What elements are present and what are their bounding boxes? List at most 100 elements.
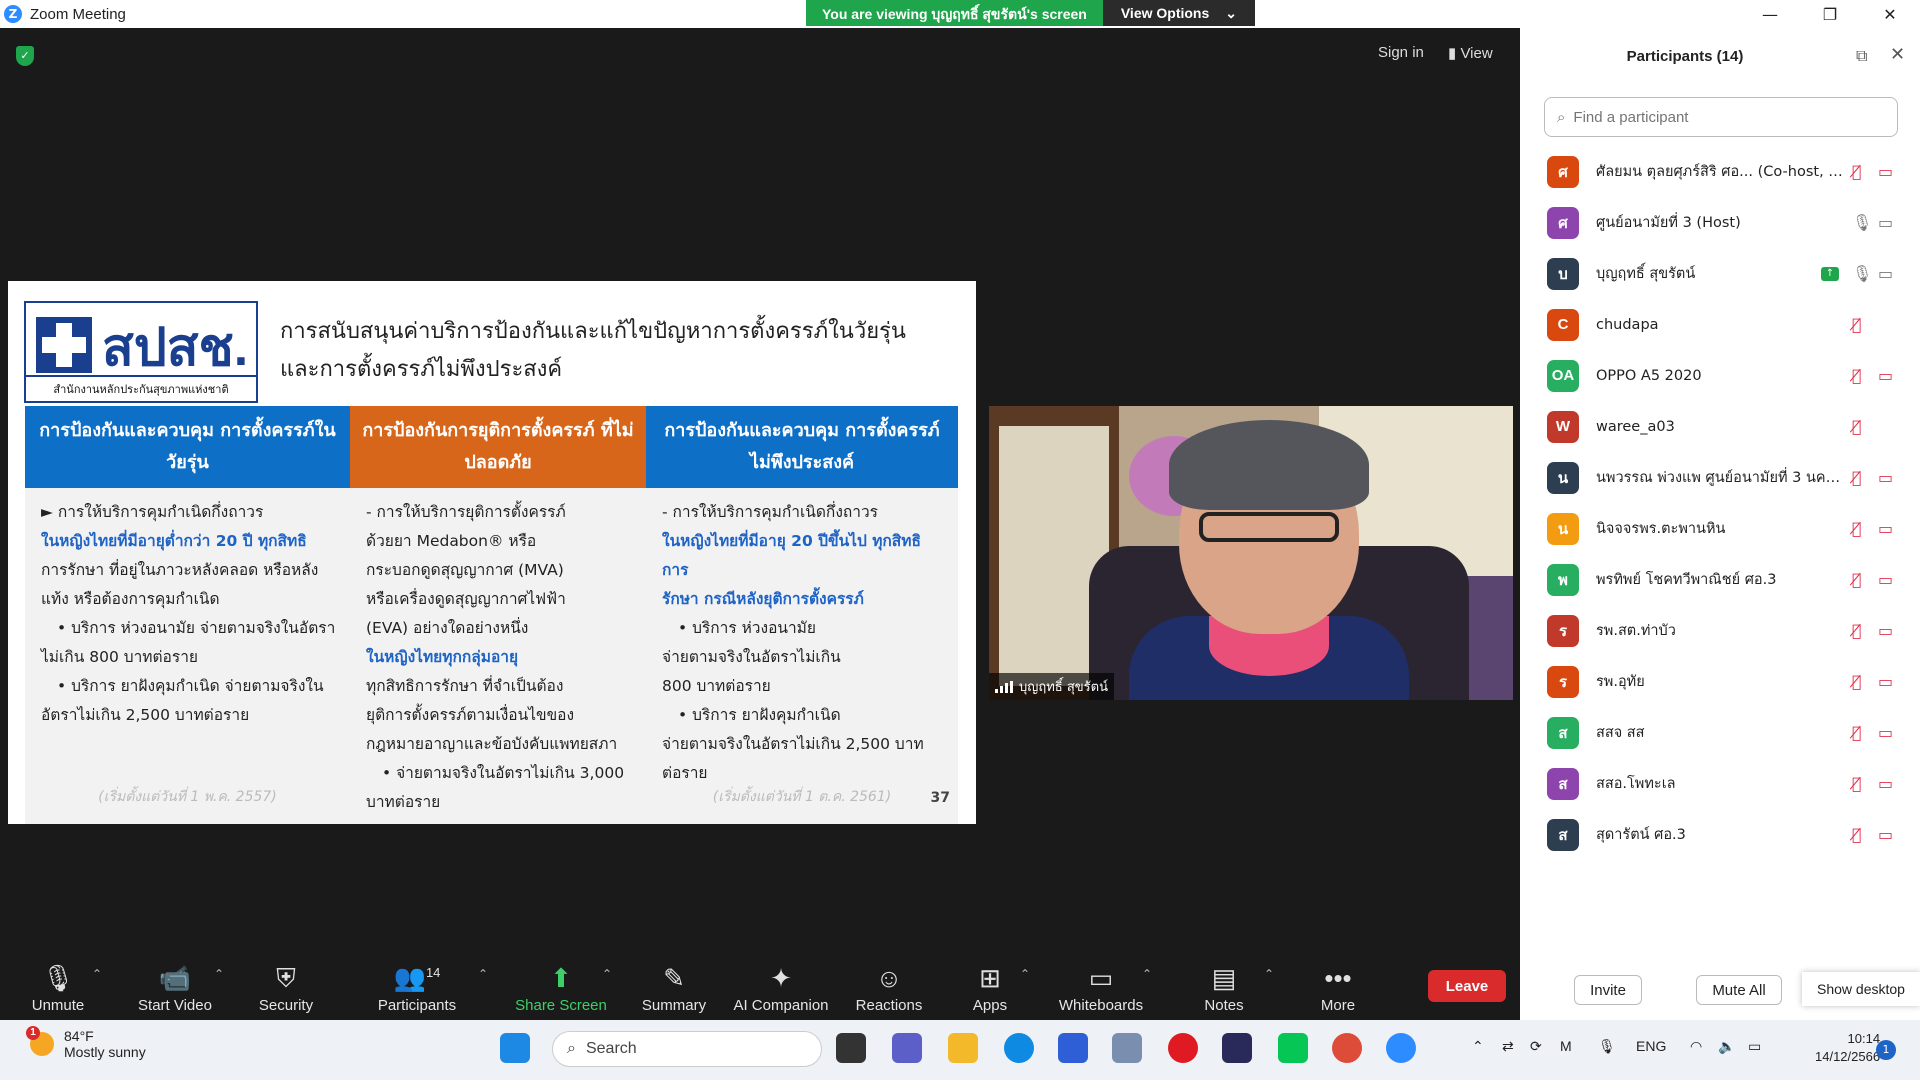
invite-button[interactable]: Invite — [1574, 975, 1642, 1005]
zoom-app-icon[interactable] — [1386, 1033, 1416, 1063]
chevron-up-icon[interactable]: ⌃ — [92, 967, 102, 981]
participant-row[interactable]: ส สสจ สส 🎙̸ ▭ — [1520, 707, 1920, 758]
popout-icon[interactable]: ⧉ — [1856, 46, 1867, 66]
speaker-icon[interactable]: 🔈 — [1718, 1038, 1735, 1055]
line-icon[interactable] — [1278, 1033, 1308, 1063]
ai-companion-button[interactable]: ✦ AI Companion — [728, 953, 834, 1020]
microphone-muted-icon[interactable]: 🎙̸ — [1852, 315, 1862, 334]
taskbar-search[interactable]: ⌕ Search — [552, 1031, 822, 1067]
whiteboards-button[interactable]: ▭ Whiteboards — [1052, 953, 1150, 1020]
close-icon[interactable]: ✕ — [1860, 0, 1920, 28]
video-camera-off-icon[interactable]: ▭ — [1878, 774, 1893, 793]
chevron-up-icon[interactable]: ⌃ — [1472, 1038, 1484, 1055]
video-camera-icon[interactable]: ▭ — [1878, 213, 1893, 232]
microphone-muted-icon[interactable]: 🎙̸ — [1852, 519, 1862, 538]
chrome-icon[interactable] — [1332, 1033, 1362, 1063]
leave-button[interactable]: Leave — [1428, 970, 1506, 1002]
microphone-icon[interactable]: 🎙 — [1598, 1038, 1616, 1055]
notes-button[interactable]: ▤ Notes — [1196, 953, 1252, 1020]
mute-all-button[interactable]: Mute All — [1696, 975, 1782, 1005]
video-camera-off-icon[interactable]: ▭ — [1878, 468, 1893, 487]
video-camera-off-icon[interactable]: ▭ — [1878, 621, 1893, 640]
file-explorer-icon[interactable] — [948, 1033, 978, 1063]
summary-button[interactable]: ✎ Summary — [634, 953, 714, 1020]
video-camera-icon[interactable]: ▭ — [1878, 264, 1893, 283]
notification-badge[interactable]: 1 — [1876, 1040, 1896, 1060]
participant-row[interactable]: น นพวรรณ พ่วงแพ ศูนย์อนามัยที่ 3 นครส... 🎙… — [1520, 452, 1920, 503]
participant-row[interactable]: ร รพ.สต.ท่าบัว 🎙̸ ▭ — [1520, 605, 1920, 656]
view-options-button[interactable]: View Options ⌄ — [1102, 0, 1256, 26]
store-icon[interactable] — [1058, 1033, 1088, 1063]
chevron-up-icon[interactable]: ⌃ — [602, 967, 612, 981]
more-button[interactable]: ••• More — [1310, 953, 1366, 1020]
microphone-muted-icon[interactable]: 🎙̸ — [1852, 162, 1862, 181]
windows-start-icon[interactable] — [500, 1033, 530, 1063]
view-button[interactable]: ▮ View — [1448, 44, 1493, 62]
chevron-up-icon[interactable]: ⌃ — [214, 967, 224, 981]
participant-row[interactable]: Cchudapa 🎙̸ — [1520, 299, 1920, 350]
video-camera-off-icon[interactable]: ▭ — [1878, 519, 1893, 538]
close-panel-icon[interactable]: ✕ — [1890, 44, 1905, 65]
teams-icon[interactable] — [892, 1033, 922, 1063]
microphone-muted-icon[interactable]: 🎙̸ — [1852, 723, 1862, 742]
participant-row[interactable]: บ บุญฤทธิ์ สุขรัตน์ ↑ 🎙 ▭ — [1520, 248, 1920, 299]
chevron-up-icon[interactable]: ⌃ — [1020, 967, 1030, 981]
maximize-icon[interactable]: ❐ — [1800, 0, 1860, 28]
microphone-muted-icon[interactable]: 🎙̸ — [1852, 417, 1862, 436]
video-camera-off-icon[interactable]: ▭ — [1878, 672, 1893, 691]
task-view-icon[interactable] — [836, 1033, 866, 1063]
microphone-muted-icon[interactable]: 🎙̸ — [1852, 774, 1862, 793]
tray-icon[interactable]: M — [1560, 1038, 1572, 1054]
tray-icon[interactable]: ⇄ — [1502, 1038, 1514, 1055]
participant-row[interactable]: พ พรทิพย์ โชคทวีพาณิชย์ ศอ.3 🎙̸ ▭ — [1520, 554, 1920, 605]
participant-row[interactable]: ส สุดารัตน์ ศอ.3 🎙̸ ▭ — [1520, 809, 1920, 860]
language-indicator[interactable]: ENG — [1636, 1038, 1666, 1054]
edge-icon[interactable] — [1004, 1033, 1034, 1063]
participant-row[interactable]: ศ ศูนย์อนามัยที่ 3 (Host) 🎙 ▭ — [1520, 197, 1920, 248]
start-video-button[interactable]: 📹 Start Video — [130, 953, 220, 1020]
microphone-icon[interactable]: 🎙 — [1852, 264, 1872, 283]
participant-row[interactable]: ศ ศัลยมน ตุลยศุภร์สิริ ศอ... (Co-host, me… — [1520, 146, 1920, 197]
microphone-muted-icon[interactable]: 🎙̸ — [1852, 825, 1862, 844]
opera-icon[interactable] — [1168, 1033, 1198, 1063]
shield-icon[interactable]: ✓ — [16, 46, 34, 66]
minimize-icon[interactable]: — — [1740, 0, 1800, 28]
video-camera-off-icon[interactable]: ▭ — [1878, 570, 1893, 589]
security-button[interactable]: ⛨ Security — [250, 953, 322, 1020]
participant-search[interactable]: ⌕ — [1544, 97, 1898, 137]
participants-button[interactable]: 👥14 Participants — [372, 953, 462, 1020]
chevron-up-icon[interactable]: ⌃ — [1264, 967, 1274, 981]
column-line: แท้ง หรือต้องการคุมกำเนิด — [41, 590, 220, 608]
participant-search-input[interactable] — [1573, 108, 1874, 126]
video-camera-off-icon[interactable]: ▭ — [1878, 366, 1893, 385]
system-clock[interactable]: 10:14 14/12/2566 — [1815, 1030, 1880, 1066]
chevron-up-icon[interactable]: ⌃ — [1142, 967, 1152, 981]
microphone-muted-icon[interactable]: 🎙̸ — [1852, 570, 1862, 589]
microphone-muted-icon[interactable]: 🎙̸ — [1852, 621, 1862, 640]
video-camera-off-icon[interactable]: ▭ — [1878, 723, 1893, 742]
microphone-icon[interactable]: 🎙 — [1852, 213, 1872, 232]
chevron-up-icon[interactable]: ⌃ — [478, 967, 488, 981]
microphone-muted-icon[interactable]: 🎙̸ — [1852, 468, 1862, 487]
video-camera-off-icon[interactable]: ▭ — [1878, 825, 1893, 844]
unmute-button[interactable]: 🎙 Unmute — [22, 953, 94, 1020]
microphone-muted-icon[interactable]: 🎙̸ — [1852, 672, 1862, 691]
sign-in-button[interactable]: Sign in — [1378, 44, 1424, 61]
weather-widget[interactable]: 1 84°F Mostly sunny — [26, 1026, 146, 1060]
video-camera-off-icon[interactable]: ▭ — [1878, 162, 1893, 181]
participant-row[interactable]: OA OPPO A5 2020 🎙̸ ▭ — [1520, 350, 1920, 401]
participant-row[interactable]: Wwaree_a03 🎙̸ — [1520, 401, 1920, 452]
app-icon[interactable] — [1112, 1033, 1142, 1063]
participant-row[interactable]: ร รพ.อุทัย 🎙̸ ▭ — [1520, 656, 1920, 707]
participant-video-tile[interactable]: บุญฤทธิ์ สุขรัตน์ — [989, 406, 1513, 700]
wifi-icon[interactable]: ◠ — [1690, 1038, 1702, 1055]
webex-icon[interactable] — [1222, 1033, 1252, 1063]
apps-button[interactable]: ⊞ Apps — [962, 953, 1018, 1020]
battery-icon[interactable]: ▭ — [1748, 1038, 1761, 1055]
microphone-muted-icon[interactable]: 🎙̸ — [1852, 366, 1862, 385]
share-screen-button[interactable]: ⬆ Share Screen — [510, 953, 612, 1020]
tray-icon[interactable]: ⟳ — [1530, 1038, 1542, 1055]
participant-row[interactable]: น นิจจจรพร.ตะพานหิน 🎙̸ ▭ — [1520, 503, 1920, 554]
participant-row[interactable]: ส สสอ.โพทะเล 🎙̸ ▭ — [1520, 758, 1920, 809]
reactions-button[interactable]: ☺ Reactions — [850, 953, 928, 1020]
